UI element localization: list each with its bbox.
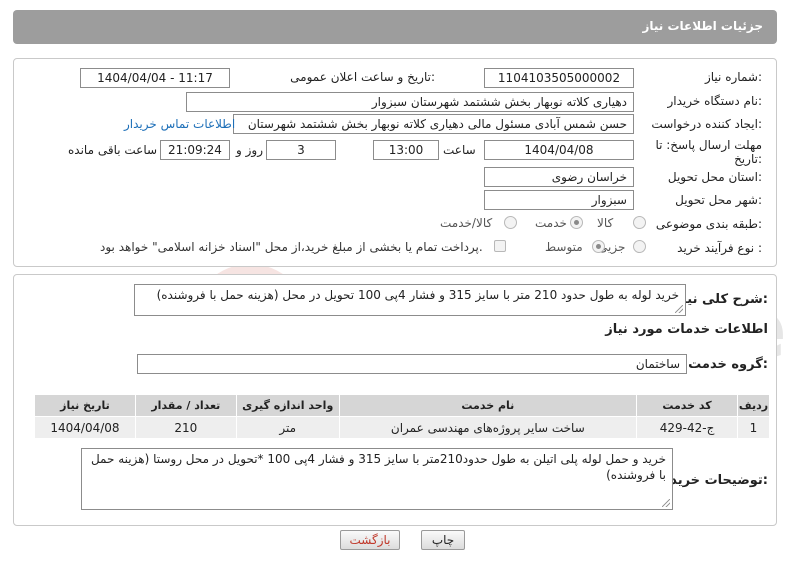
back-button[interactable]: بازگشت	[340, 530, 400, 550]
need-info-panel	[13, 58, 777, 267]
summary-text: خرید لوله به طول حدود 210 متر با سایز 31…	[156, 288, 679, 302]
table-header-row: تاریخ نیاز تعداد / مقدار واحد اندازه گیر…	[34, 394, 771, 417]
table-row: 1404/04/08 210 متر ساخت سایر پروژه‌های م…	[34, 416, 771, 439]
category-label: طبقه بندی موضوعی:	[655, 217, 762, 231]
page-title: جزئیات اطلاعات نیاز	[642, 19, 763, 33]
process-label: نوع فرآیند خرید :	[677, 241, 762, 255]
province-field: خراسان رضوی	[484, 167, 634, 187]
deadline-days-label: روز و	[236, 143, 263, 157]
service-group-field: ساختمان	[137, 354, 687, 374]
need-number-field: 1104103505000002	[484, 68, 634, 88]
col-service-code: کد خدمت	[636, 394, 738, 417]
buyer-notes-text: خرید و حمل لوله پلی اتیلن به طول حدود210…	[90, 452, 666, 482]
process-option-medium: متوسط	[545, 240, 583, 254]
summary-label: شرح کلی نیاز:	[674, 292, 768, 307]
summary-textarea: خرید لوله به طول حدود 210 متر با سایز 31…	[134, 284, 686, 316]
announce-datetime-field: 1404/04/04 - 11:17	[80, 68, 230, 88]
category-option-service: خدمت	[535, 216, 567, 230]
cell-service-code: ج-42-429	[636, 416, 738, 439]
process-radio-medium[interactable]	[592, 240, 605, 253]
city-field: سبزوار	[484, 190, 634, 210]
category-radio-goods-service[interactable]	[504, 216, 517, 229]
deadline-label-date: تاریخ:	[734, 152, 762, 166]
category-option-goods: کالا	[597, 216, 614, 230]
print-button[interactable]: چاپ	[421, 530, 465, 550]
treasury-payment-checkbox[interactable]	[494, 240, 506, 252]
treasury-payment-note: پرداخت تمام یا بخشی از مبلغ خرید،از محل …	[100, 240, 483, 254]
resize-handle-icon[interactable]	[675, 305, 683, 313]
services-section-title: اطلاعات خدمات مورد نیاز	[605, 322, 768, 337]
category-option-goods-service: کالا/خدمت	[440, 216, 493, 230]
col-need-date: تاریخ نیاز	[34, 394, 136, 417]
service-group-label: گروه خدمت:	[688, 357, 768, 372]
buyer-notes-label: توضیحات خریدار:	[658, 473, 768, 488]
cell-unit: متر	[235, 416, 340, 439]
buyer-contact-link[interactable]: اطلاعات تماس خریدار	[124, 117, 235, 131]
requester-field: حسن شمس آبادی مسئول مالی دهیاری کلاته نو…	[233, 114, 634, 134]
city-label: شهر محل تحویل:	[675, 193, 762, 207]
cell-quantity: 210	[134, 416, 237, 439]
deadline-time-field: 13:00	[373, 140, 439, 160]
remaining-time-label: ساعت باقی مانده	[68, 143, 158, 157]
cell-need-date: 1404/04/08	[34, 416, 136, 439]
category-radio-goods[interactable]	[633, 216, 646, 229]
buyer-notes-textarea: خرید و حمل لوله پلی اتیلن به طول حدود210…	[81, 448, 673, 510]
buyer-org-field: دهیاری کلاته نوبهار بخش ششتمد شهرستان سب…	[186, 92, 634, 112]
deadline-date-field: 1404/04/08	[484, 140, 634, 160]
deadline-time-label: ساعت	[443, 143, 476, 157]
requester-label: ایجاد کننده درخواست:	[651, 117, 762, 131]
category-radio-service[interactable]	[570, 216, 583, 229]
col-unit: واحد اندازه گیری	[235, 394, 340, 417]
need-number-label: شماره نیاز:	[704, 70, 762, 84]
col-service-name: نام خدمت	[338, 394, 638, 417]
services-table: تاریخ نیاز تعداد / مقدار واحد اندازه گیر…	[34, 394, 771, 439]
resize-handle-icon[interactable]	[662, 499, 670, 507]
col-quantity: تعداد / مقدار	[134, 394, 237, 417]
deadline-days-field: 3	[266, 140, 336, 160]
remaining-time-field: 21:09:24	[160, 140, 230, 160]
col-row: ردیف	[736, 394, 771, 417]
cell-service-name: ساخت سایر پروژه‌های مهندسی عمران	[338, 416, 638, 439]
process-radio-minor[interactable]	[633, 240, 646, 253]
announce-datetime-label: تاریخ و ساعت اعلان عمومی:	[290, 70, 435, 84]
province-label: استان محل تحویل:	[667, 170, 762, 184]
deadline-label: مهلت ارسال پاسخ: تا	[655, 138, 762, 152]
page-header: جزئیات اطلاعات نیاز	[13, 10, 777, 44]
cell-row: 1	[736, 416, 771, 439]
buyer-org-label: نام دستگاه خریدار:	[667, 94, 763, 108]
